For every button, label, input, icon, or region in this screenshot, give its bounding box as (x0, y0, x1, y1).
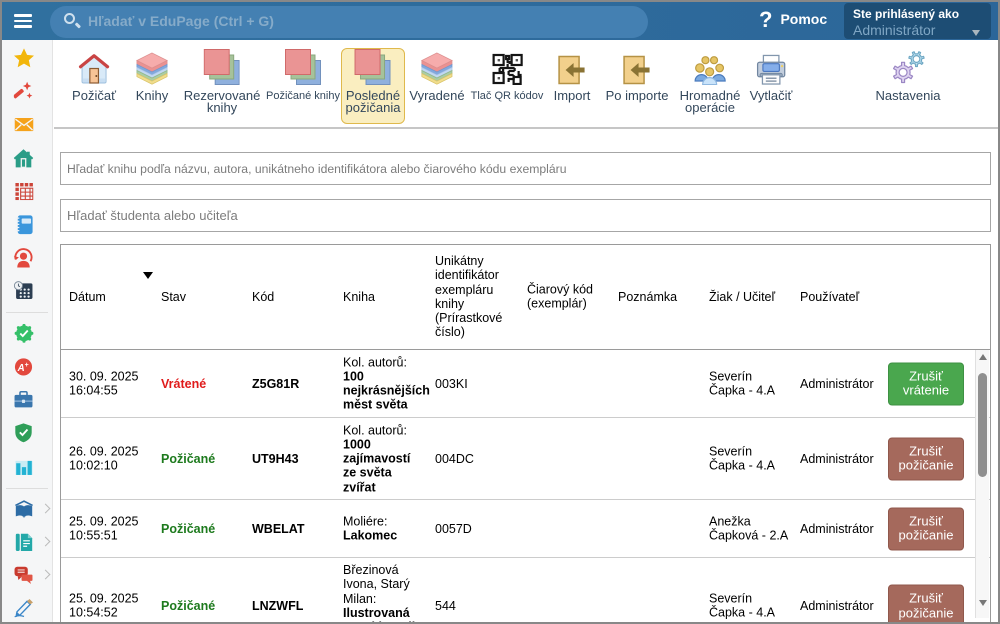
svg-text:A: A (17, 363, 25, 374)
svg-text:+: + (25, 362, 29, 369)
